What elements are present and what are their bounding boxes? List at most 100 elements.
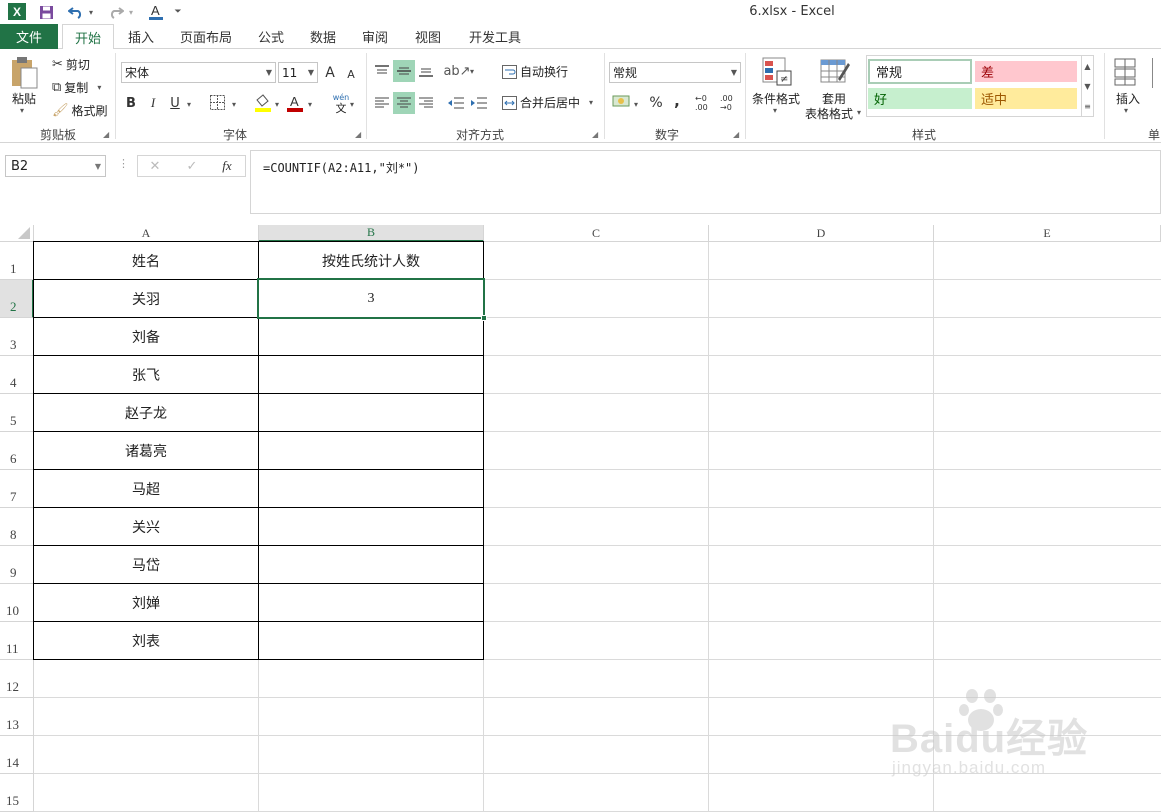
comma-button[interactable]: , <box>670 91 684 111</box>
font-color-button-icon[interactable]: A <box>286 93 304 115</box>
orientation-dropdown-icon[interactable]: ▾ <box>470 67 474 76</box>
cell-b1[interactable]: 按姓氏统计人数 <box>259 242 483 279</box>
row-header-13[interactable]: 13 <box>0 698 34 736</box>
shrink-font-icon[interactable]: A <box>344 65 358 83</box>
select-all-corner[interactable] <box>0 225 34 242</box>
font-name-select[interactable]: 宋体 ▼ <box>121 62 276 83</box>
borders-icon[interactable] <box>210 95 225 113</box>
row-header-1[interactable]: 1 <box>0 242 34 280</box>
paste-dropdown-icon[interactable]: ▾ <box>20 106 24 115</box>
conditional-formatting-icon[interactable]: ≠ <box>762 57 792 90</box>
underline-dropdown-icon[interactable]: ▾ <box>187 100 191 109</box>
orientation-icon[interactable]: ab↗ <box>443 60 470 82</box>
number-format-select[interactable]: 常规 ▼ <box>609 62 741 83</box>
cell-a4[interactable]: 张飞 <box>34 356 258 393</box>
cell-a8[interactable]: 关兴 <box>34 508 258 545</box>
row-header-14[interactable]: 14 <box>0 736 34 774</box>
accounting-dropdown-icon[interactable]: ▾ <box>634 100 638 109</box>
align-bottom-icon[interactable] <box>416 60 436 82</box>
align-middle-icon[interactable] <box>393 60 415 82</box>
tab-page-layout[interactable]: 页面布局 <box>170 24 242 49</box>
styles-scroll[interactable]: ▲ ▼ ≡ <box>1082 55 1094 117</box>
format-as-table-dropdown-icon[interactable]: ▾ <box>857 108 861 117</box>
row-header-8[interactable]: 8 <box>0 508 34 546</box>
insert-cells-button[interactable]: 插入 <box>1116 90 1140 107</box>
cell-a5[interactable]: 赵子龙 <box>34 394 258 431</box>
cut-button[interactable]: ✂ 剪切 <box>52 56 90 73</box>
tab-formulas[interactable]: 公式 <box>248 24 294 49</box>
formula-input[interactable]: =COUNTIF(A2:A11,"刘*") <box>250 150 1161 214</box>
grow-font-icon[interactable]: A <box>322 63 338 83</box>
row-header-12[interactable]: 12 <box>0 660 34 698</box>
row-header-4[interactable]: 4 <box>0 356 34 394</box>
tab-data[interactable]: 数据 <box>300 24 346 49</box>
tab-review[interactable]: 审阅 <box>352 24 398 49</box>
row-header-3[interactable]: 3 <box>0 318 34 356</box>
italic-button[interactable]: I <box>145 93 161 113</box>
row-header-2[interactable]: 2 <box>0 280 34 318</box>
number-launcher-icon[interactable]: ◢ <box>733 130 739 139</box>
borders-dropdown-icon[interactable]: ▾ <box>232 100 236 109</box>
align-left-icon[interactable] <box>372 92 392 114</box>
paste-button[interactable]: 粘贴 <box>12 90 36 107</box>
conditional-formatting-button[interactable]: 条件格式 <box>752 90 800 107</box>
conditional-dropdown-icon[interactable]: ▾ <box>773 106 777 115</box>
tab-developer[interactable]: 开发工具 <box>460 24 530 49</box>
font-color-dropdown-icon[interactable]: ▾ <box>308 100 312 109</box>
column-header-a[interactable]: A <box>34 225 259 242</box>
format-painter-button[interactable]: 🖌 格式刷 <box>52 102 108 119</box>
scroll-down-icon[interactable]: ▼ <box>1084 82 1090 91</box>
row-header-10[interactable]: 10 <box>0 584 34 622</box>
row-header-11[interactable]: 11 <box>0 622 34 660</box>
row-header-5[interactable]: 5 <box>0 394 34 432</box>
align-center-icon[interactable] <box>393 92 415 114</box>
style-neutral[interactable]: 适中 <box>975 88 1077 109</box>
wrap-text-button[interactable]: 自动换行 <box>502 63 568 80</box>
cell-a10[interactable]: 刘婵 <box>34 584 258 621</box>
tab-view[interactable]: 视图 <box>405 24 451 49</box>
name-box[interactable]: B2 ▼ <box>5 155 106 177</box>
copy-button[interactable]: ⧉ 复制 ▾ <box>52 79 101 96</box>
column-header-d[interactable]: D <box>709 225 934 242</box>
insert-dropdown-icon[interactable]: ▾ <box>1124 106 1128 115</box>
cell-a7[interactable]: 马超 <box>34 470 258 507</box>
accounting-format-icon[interactable] <box>612 94 632 113</box>
decrease-decimal-button[interactable]: .00 →0 <box>720 94 742 112</box>
row-header-15[interactable]: 15 <box>0 774 34 812</box>
style-normal[interactable]: 常规 <box>868 59 972 84</box>
insert-cells-icon[interactable] <box>1114 58 1138 89</box>
enter-icon[interactable]: ✓ <box>183 157 201 175</box>
scroll-up-icon[interactable]: ▲ <box>1084 62 1090 71</box>
cell-a11[interactable]: 刘表 <box>34 622 258 659</box>
cell-a9[interactable]: 马岱 <box>34 546 258 583</box>
row-header-9[interactable]: 9 <box>0 546 34 584</box>
row-header-6[interactable]: 6 <box>0 432 34 470</box>
clipboard-launcher-icon[interactable]: ◢ <box>103 130 109 139</box>
cell-a3[interactable]: 刘备 <box>34 318 258 355</box>
copy-dropdown-icon[interactable]: ▾ <box>97 83 101 92</box>
style-bad[interactable]: 差 <box>975 61 1077 82</box>
column-header-b[interactable]: B <box>259 225 484 242</box>
alignment-launcher-icon[interactable]: ◢ <box>592 130 598 139</box>
increase-indent-icon[interactable] <box>469 92 489 114</box>
column-header-e[interactable]: E <box>934 225 1161 242</box>
percent-button[interactable]: % <box>646 93 666 113</box>
more-styles-icon[interactable]: ≡ <box>1084 102 1091 111</box>
fill-color-icon[interactable] <box>254 93 272 115</box>
delete-cells-icon[interactable] <box>1152 58 1161 88</box>
style-good[interactable]: 好 <box>868 88 972 109</box>
insert-function-icon[interactable]: fx <box>218 157 236 175</box>
increase-decimal-button[interactable]: ←0 .00 <box>695 94 717 112</box>
font-launcher-icon[interactable]: ◢ <box>355 130 361 139</box>
phonetic-dropdown-icon[interactable]: ▾ <box>350 100 354 109</box>
tab-insert[interactable]: 插入 <box>116 24 166 49</box>
merge-center-button[interactable]: 合并后居中 ▾ <box>502 94 593 111</box>
fill-handle[interactable] <box>481 315 487 321</box>
cell-a6[interactable]: 诸葛亮 <box>34 432 258 469</box>
fill-color-dropdown-icon[interactable]: ▾ <box>275 100 279 109</box>
decrease-indent-icon[interactable] <box>446 92 466 114</box>
align-top-icon[interactable] <box>372 60 392 82</box>
row-header-7[interactable]: 7 <box>0 470 34 508</box>
phonetic-icon[interactable]: wén 文 <box>330 92 352 114</box>
align-right-icon[interactable] <box>416 92 436 114</box>
